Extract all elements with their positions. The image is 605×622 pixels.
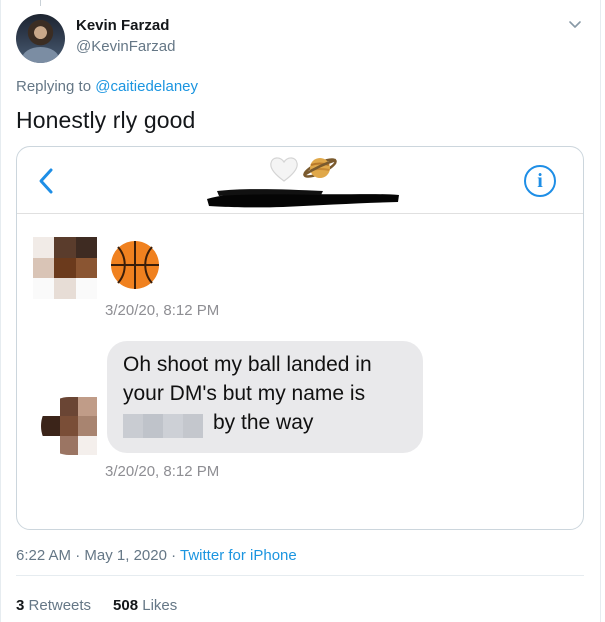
message-timestamp: 3/20/20, 8:12 PM: [105, 463, 220, 480]
avatar[interactable]: [16, 14, 65, 63]
tweet-text: Honestly rly good: [16, 107, 196, 133]
tweet-meta: 6:22 AM · May 1, 2020 · Twitter for iPho…: [16, 547, 297, 564]
message-line: your DM's but my name is: [123, 382, 366, 405]
likes-link[interactable]: 508 Likes: [113, 597, 177, 614]
message-line: Oh shoot my ball landed in: [123, 353, 372, 376]
message-bubble: Oh shoot my ball landed in your DM's but…: [107, 341, 423, 453]
retweets-label: Retweets: [28, 597, 92, 614]
replying-to: Replying to @caitiedelaney: [16, 78, 198, 95]
header-divider: [17, 213, 583, 214]
likes-count: 508: [113, 597, 139, 614]
likes-label: Likes: [142, 597, 178, 614]
tweet-source-link[interactable]: Twitter for iPhone: [180, 547, 297, 564]
white-heart-emoji: [270, 157, 298, 182]
ringed-planet-emoji: [303, 158, 337, 178]
avatar-shoulders: [22, 47, 59, 63]
redacted-contact-name: [207, 189, 399, 208]
attached-image[interactable]: i 3/20/20, 8:12 PM Oh shoot my ball land…: [16, 146, 584, 530]
tweet-date[interactable]: May 1, 2020: [84, 547, 167, 564]
divider: [16, 575, 584, 576]
mention-link[interactable]: @caitiedelaney: [95, 78, 198, 95]
message-timestamp: 3/20/20, 8:12 PM: [105, 302, 220, 319]
chevron-down-icon[interactable]: [567, 18, 583, 32]
retweets-link[interactable]: 3 Retweets: [16, 597, 91, 614]
message-line: by the way: [213, 411, 314, 434]
author-handle[interactable]: @KevinFarzad: [76, 38, 175, 55]
retweets-count: 3: [16, 597, 25, 614]
pixelated-avatar: [33, 237, 97, 299]
info-icon: i: [524, 165, 556, 197]
separator-dot: ·: [166, 547, 181, 564]
basketball-emoji: [111, 241, 159, 289]
tweet-time[interactable]: 6:22 AM: [16, 547, 71, 564]
engagement-stats: 3 Retweets 508 Likes: [16, 597, 177, 614]
replying-prefix: Replying to: [16, 78, 96, 95]
pixelated-avatar: [41, 397, 97, 455]
blurred-name: [123, 414, 203, 438]
separator-dot: ·: [71, 547, 85, 564]
author-name[interactable]: Kevin Farzad: [76, 17, 169, 34]
back-chevron-icon: [39, 168, 53, 194]
thread-connector: [40, 0, 41, 6]
